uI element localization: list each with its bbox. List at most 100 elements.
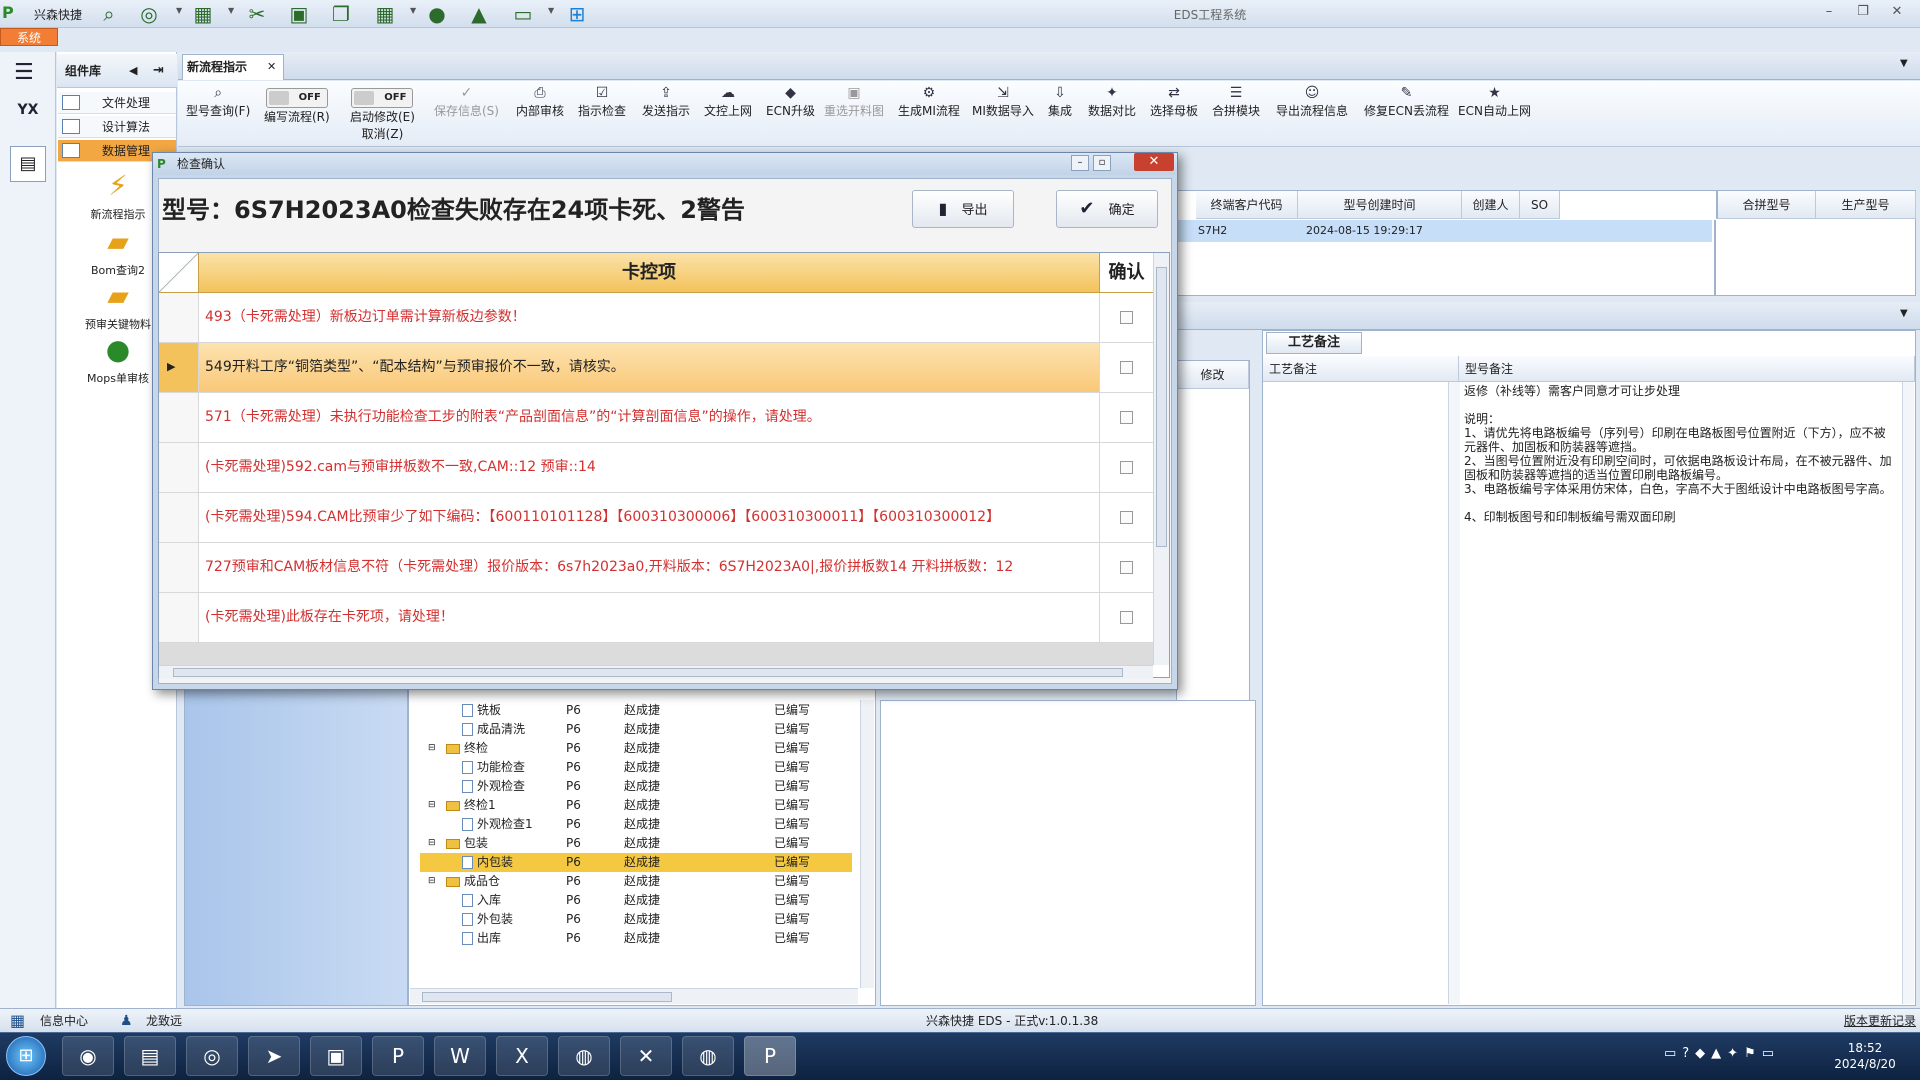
- confirm-checkbox[interactable]: [1120, 561, 1133, 574]
- confirm-checkbox[interactable]: [1120, 361, 1133, 374]
- col-header[interactable]: 终端客户代码: [1196, 191, 1298, 219]
- tree-row[interactable]: 入库 P6 赵成捷 已编写: [420, 891, 852, 910]
- scroll-thumb[interactable]: [1156, 267, 1167, 547]
- scissors-icon[interactable]: ✂: [244, 2, 270, 26]
- close-button[interactable]: ✕: [1886, 4, 1908, 22]
- btn-ecn-auto[interactable]: ★ ECN自动上网: [1458, 84, 1531, 119]
- col-header-confirm[interactable]: 确认: [1099, 253, 1153, 292]
- tree-row[interactable]: ⊟ 成品仓 P6 赵成捷 已编写: [420, 872, 852, 891]
- btn-send[interactable]: ⇪ 发送指示: [642, 84, 690, 119]
- chart-icon[interactable]: ▲: [466, 2, 492, 26]
- table-row[interactable]: 571（卡死需处理）未执行功能检查工步的附表“产品剖面信息”的“计算剖面信息”的…: [159, 393, 1153, 443]
- minimize-button[interactable]: –: [1818, 4, 1840, 22]
- dropdown-arrow-icon[interactable]: ▼: [228, 6, 234, 15]
- btn-select-mother[interactable]: ⇄ 选择母板: [1150, 84, 1198, 119]
- table-row[interactable]: (卡死需处理)此板存在卡死项，请处理！: [159, 593, 1153, 643]
- taskbar-word-icon[interactable]: W: [434, 1036, 486, 1076]
- tree-row[interactable]: ⊟ 包装 P6 赵成捷 已编写: [420, 834, 852, 853]
- monitor-icon[interactable]: ▭: [510, 2, 536, 26]
- toggle-switch[interactable]: OFF: [351, 88, 414, 108]
- expand-icon[interactable]: ⊟: [428, 796, 436, 815]
- row-indicator[interactable]: [159, 543, 199, 592]
- btn-ecn-upgrade[interactable]: ◆ ECN升级: [766, 84, 815, 119]
- tab-new-flow[interactable]: 新流程指示 ✕: [182, 54, 284, 80]
- confirm-checkbox[interactable]: [1120, 311, 1133, 324]
- btn-merge-module[interactable]: ☰ 合拼模块: [1212, 84, 1260, 119]
- confirm-checkbox[interactable]: [1120, 461, 1133, 474]
- dropdown-arrow-icon[interactable]: ▼: [176, 6, 182, 15]
- tab-menu-icon[interactable]: ▼: [1900, 58, 1908, 69]
- btn-reselect-cut[interactable]: ▣ 重选开料图: [824, 84, 884, 119]
- note-scrollbar[interactable]: [1448, 382, 1460, 1004]
- table-row[interactable]: 493（卡死需处理）新板边订单需计算新板边参数！: [159, 293, 1153, 343]
- row-indicator[interactable]: [159, 493, 199, 542]
- col-header[interactable]: SO: [1520, 191, 1560, 219]
- row-indicator[interactable]: [159, 443, 199, 492]
- section-menu-icon[interactable]: ▼: [1900, 308, 1908, 319]
- clock[interactable]: 18:52 2024/8/20: [1820, 1040, 1910, 1072]
- scroll-thumb[interactable]: [173, 668, 1123, 677]
- tree-row[interactable]: 功能检查 P6 赵成捷 已编写: [420, 758, 852, 777]
- copy-icon[interactable]: ❐: [328, 2, 354, 26]
- col-header[interactable]: 型号备注: [1459, 356, 1915, 382]
- col-header[interactable]: 工艺备注: [1263, 356, 1459, 382]
- table-icon[interactable]: ▦: [190, 2, 216, 26]
- table-row[interactable]: (卡死需处理)592.cam与预审拼板数不一致,CAM::12 预审::14: [159, 443, 1153, 493]
- export-button[interactable]: ▮ 导出: [912, 190, 1014, 228]
- ok-button[interactable]: ✔ 确定: [1056, 190, 1158, 228]
- taskbar-remote2-icon[interactable]: ◍: [682, 1036, 734, 1076]
- dropdown-arrow-icon[interactable]: ▼: [548, 6, 554, 15]
- btn-compare[interactable]: ✦ 数据对比: [1088, 84, 1136, 119]
- toggle-switch[interactable]: OFF: [265, 88, 328, 108]
- table-row[interactable]: S7H2 2024-08-15 19:29:17: [1178, 220, 1712, 242]
- btn-integrate[interactable]: ⇩ 集成: [1048, 84, 1072, 119]
- pin-icon[interactable]: ⇥: [153, 54, 164, 88]
- tree-row[interactable]: ⊟ 终检 P6 赵成捷 已编写: [420, 739, 852, 758]
- note-scrollbar[interactable]: [1902, 382, 1914, 1004]
- tree-hscrollbar[interactable]: [410, 988, 858, 1004]
- taskbar-arrow-icon[interactable]: ➤: [248, 1036, 300, 1076]
- taskbar-excel-icon[interactable]: X: [496, 1036, 548, 1076]
- taskbar-save-icon[interactable]: ▣: [310, 1036, 362, 1076]
- start-button[interactable]: ⊞: [6, 1036, 46, 1076]
- menu-icon[interactable]: ☰: [14, 60, 34, 85]
- tree-row[interactable]: 内包装 P6 赵成捷 已编写: [420, 853, 852, 872]
- row-indicator[interactable]: [159, 393, 199, 442]
- btn-cancel-label[interactable]: 取消(Z): [362, 127, 404, 141]
- tree-scrollbar[interactable]: [860, 700, 874, 988]
- taskbar-notepad-icon[interactable]: ▤: [124, 1036, 176, 1076]
- btn-model-query[interactable]: ⌕ 型号查询(F): [186, 84, 250, 119]
- btn-gen-mi[interactable]: ⚙ 生成MI流程: [898, 84, 960, 119]
- expand-icon[interactable]: ⊟: [428, 739, 436, 758]
- scroll-thumb[interactable]: [422, 992, 672, 1002]
- dialog-maximize-button[interactable]: ▫: [1093, 155, 1111, 171]
- system-tray[interactable]: ▭?◆▲✦⚑▭: [1664, 1046, 1814, 1061]
- btn-write-flow[interactable]: OFF 编写流程(R): [264, 88, 330, 125]
- table-row[interactable]: 727预审和CAM板材信息不符（卡死需处理）报价版本：6s7h2023a0,开料…: [159, 543, 1153, 593]
- restore-button[interactable]: ❐: [1852, 4, 1874, 22]
- col-header-item[interactable]: 卡控项: [199, 253, 1099, 292]
- select-all-cell[interactable]: [159, 253, 199, 292]
- taskbar-x-icon[interactable]: ✕: [620, 1036, 672, 1076]
- btn-doc-online[interactable]: ☁ 文控上网: [704, 84, 752, 119]
- confirm-checkbox[interactable]: [1120, 611, 1133, 624]
- taskbar-remote-icon[interactable]: ◍: [558, 1036, 610, 1076]
- table-row[interactable]: ▶ 549开料工序“铜箔类型”、“配本结构”与预审报价不一致，请核实。: [159, 343, 1153, 393]
- info-center[interactable]: 信息中心: [40, 1009, 88, 1033]
- col-header[interactable]: 修改: [1177, 361, 1249, 389]
- dialog-vscrollbar[interactable]: [1153, 253, 1169, 665]
- tree-row[interactable]: 成品清洗 P6 赵成捷 已编写: [420, 720, 852, 739]
- col-header[interactable]: 生产型号: [1816, 191, 1916, 219]
- col-header[interactable]: 合拼型号: [1716, 191, 1816, 219]
- close-tab-icon[interactable]: ✕: [267, 55, 276, 79]
- btn-fix-ecn[interactable]: ✎ 修复ECN丢流程: [1364, 84, 1449, 119]
- dropdown-arrow-icon[interactable]: ▼: [410, 6, 416, 15]
- confirm-checkbox[interactable]: [1120, 511, 1133, 524]
- dialog-close-button[interactable]: ✕: [1134, 153, 1174, 171]
- row-indicator[interactable]: [159, 593, 199, 642]
- tab-process-note[interactable]: 工艺备注: [1266, 332, 1362, 354]
- tree-row[interactable]: 外包装 P6 赵成捷 已编写: [420, 910, 852, 929]
- windows-icon[interactable]: ⊞: [564, 2, 590, 26]
- comp-item-design[interactable]: 设计算法: [58, 116, 176, 138]
- yx-logo-icon[interactable]: YX: [10, 100, 46, 136]
